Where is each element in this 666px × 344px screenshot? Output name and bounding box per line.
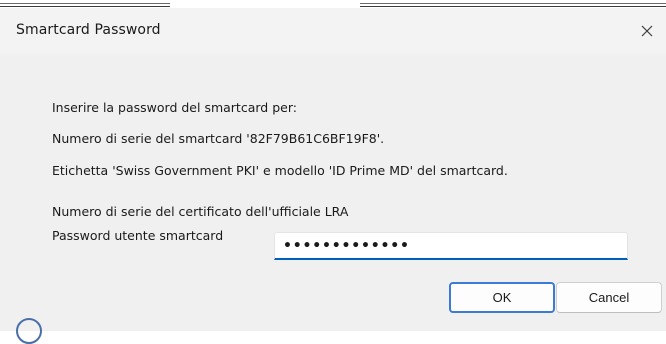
password-input[interactable] xyxy=(274,232,628,260)
title-bar: Smartcard Password xyxy=(0,8,666,54)
close-button[interactable] xyxy=(634,18,660,44)
label-model-text: Etichetta 'Swiss Government PKI' e model… xyxy=(52,163,508,178)
serial-number-text: Numero di serie del smartcard '82F79B61C… xyxy=(52,131,385,146)
app-icon xyxy=(16,318,42,344)
dialog-title: Smartcard Password xyxy=(16,22,161,38)
instruction-text: Inserire la password del smartcard per: xyxy=(52,100,297,115)
ok-button[interactable]: OK xyxy=(449,282,555,313)
window-top-edge xyxy=(0,0,666,8)
certificate-serial-text: Numero di serie del certificato dell'uff… xyxy=(52,204,349,219)
cancel-button[interactable]: Cancel xyxy=(556,282,662,313)
edge-gap xyxy=(170,0,360,8)
password-label: Password utente smartcard xyxy=(52,228,224,243)
close-icon xyxy=(641,25,653,37)
smartcard-password-dialog: Smartcard Password Inserire la password … xyxy=(0,8,666,331)
